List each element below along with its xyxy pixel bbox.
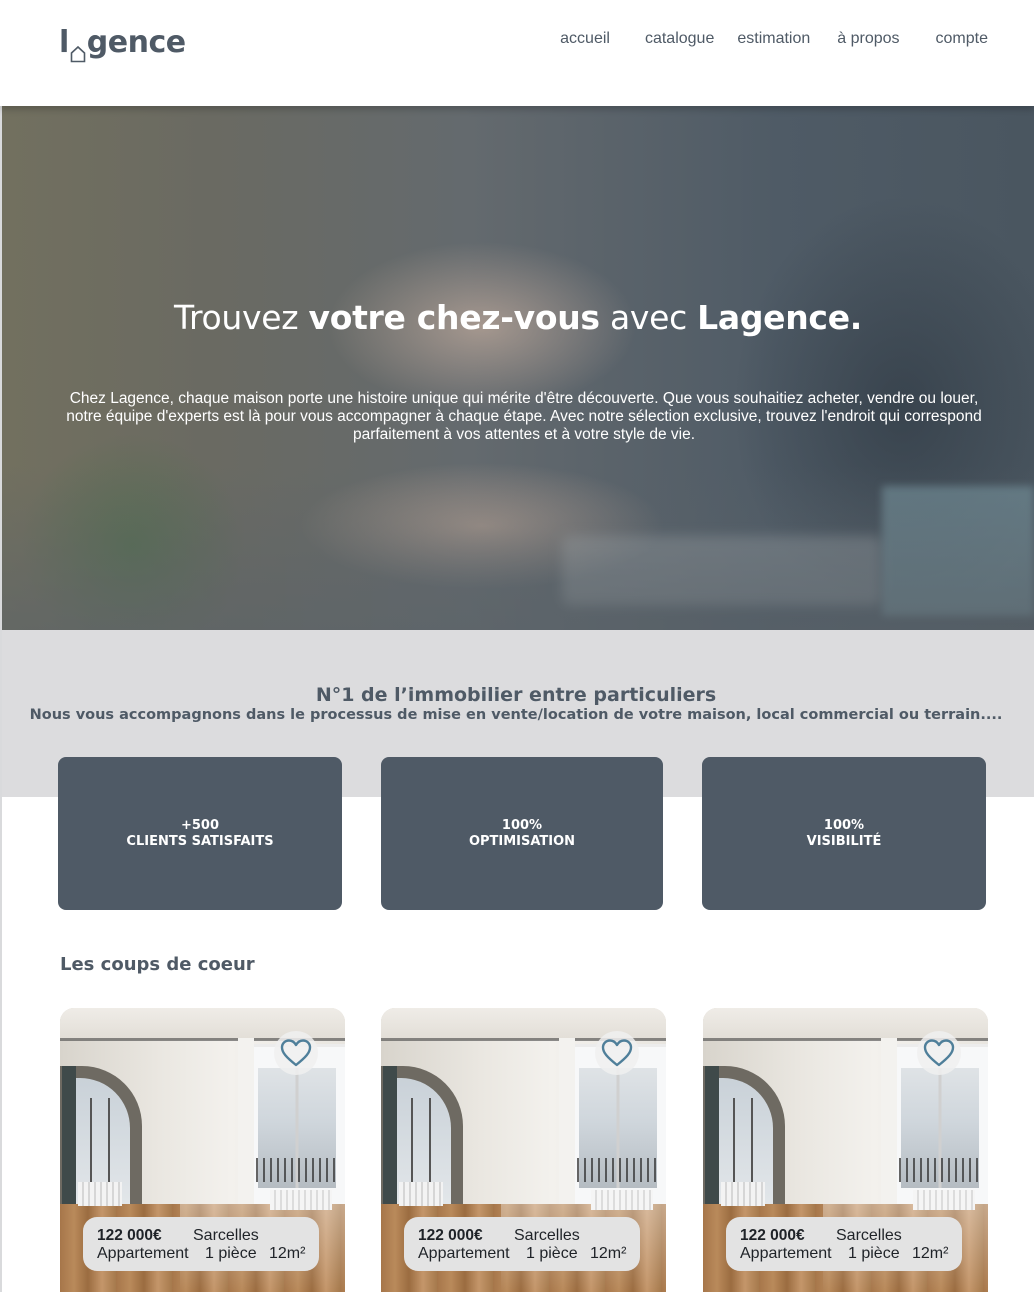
hero-title-bold2: Lagence. — [697, 298, 863, 337]
nav-catalogue[interactable]: catalogue — [645, 30, 714, 48]
listing-area: 12m² — [912, 1245, 949, 1262]
listing-area: 12m² — [590, 1245, 627, 1262]
listing-type: Appartement — [418, 1245, 510, 1262]
listing-price: 122 000€ — [418, 1227, 483, 1244]
stat-card-clients: +500 CLIENTS SATISFAITS — [58, 757, 342, 910]
heart-icon — [601, 1039, 633, 1067]
listing-city: Sarcelles — [193, 1227, 259, 1244]
main-nav: accueil catalogue estimation à propos co… — [560, 30, 988, 48]
listing-price: 122 000€ — [740, 1227, 805, 1244]
logo[interactable]: l gence — [59, 22, 186, 63]
listing-type: Appartement — [740, 1245, 832, 1262]
listing-city: Sarcelles — [514, 1227, 580, 1244]
hero-description: Chez Lagence, chaque maison porte une hi… — [66, 390, 982, 443]
stat-card-visibilite: 100% VISIBILITÉ — [702, 757, 986, 910]
nav-a-propos[interactable]: à propos — [837, 30, 899, 48]
listing-card[interactable]: 122 000€ Sarcelles Appartement 1 pièce 1… — [703, 1008, 988, 1292]
heart-icon — [923, 1039, 955, 1067]
listing-info: 122 000€ Sarcelles Appartement 1 pièce 1… — [83, 1217, 319, 1271]
favorites-title: Les coups de coeur — [60, 954, 255, 975]
listing-type: Appartement — [97, 1245, 189, 1262]
nav-accueil[interactable]: accueil — [560, 30, 610, 48]
stat-card-optimisation: 100% OPTIMISATION — [381, 757, 663, 910]
hero-title: Trouvez votre chez-vous avec Lagence. — [2, 298, 1034, 337]
listing-area: 12m² — [269, 1245, 306, 1262]
nav-estimation[interactable]: estimation — [737, 30, 810, 48]
nav-compte[interactable]: compte — [936, 30, 988, 48]
favorite-button[interactable] — [274, 1031, 318, 1075]
stat-label: VISIBILITÉ — [806, 833, 882, 849]
hero-background-shade — [2, 466, 1034, 630]
logo-text-end: gence — [86, 24, 186, 60]
favorite-button[interactable] — [917, 1031, 961, 1075]
tagline-subtitle: Nous vous accompagnons dans le processus… — [29, 707, 1003, 723]
stat-value: 100% — [823, 817, 865, 833]
listing-city: Sarcelles — [836, 1227, 902, 1244]
listing-card[interactable]: 122 000€ Sarcelles Appartement 1 pièce 1… — [381, 1008, 666, 1292]
listing-rooms: 1 pièce — [526, 1245, 578, 1262]
listing-rooms: 1 pièce — [848, 1245, 900, 1262]
listing-info: 122 000€ Sarcelles Appartement 1 pièce 1… — [726, 1217, 962, 1271]
house-icon — [70, 36, 86, 63]
hero-banner: Trouvez votre chez-vous avec Lagence. Ch… — [2, 106, 1034, 630]
hero-title-part2: avec — [599, 298, 698, 337]
stat-value: 100% — [501, 817, 543, 833]
hero-title-bold1: votre chez-vous — [308, 298, 600, 337]
hero-title-part1: Trouvez — [173, 298, 309, 337]
listing-info: 122 000€ Sarcelles Appartement 1 pièce 1… — [404, 1217, 640, 1271]
site-header: l gence accueil catalogue estimation à p… — [0, 0, 1034, 106]
heart-icon — [280, 1039, 312, 1067]
listing-rooms: 1 pièce — [205, 1245, 257, 1262]
tagline-title: N°1 de l’immobilier entre particuliers — [315, 684, 717, 706]
listing-card[interactable]: 122 000€ Sarcelles Appartement 1 pièce 1… — [60, 1008, 345, 1292]
logo-text-start: l — [59, 24, 69, 60]
stat-value: +500 — [180, 817, 220, 833]
stat-label: OPTIMISATION — [468, 833, 576, 849]
listing-price: 122 000€ — [97, 1227, 162, 1244]
stat-label: CLIENTS SATISFAITS — [126, 833, 274, 849]
favorite-button[interactable] — [595, 1031, 639, 1075]
